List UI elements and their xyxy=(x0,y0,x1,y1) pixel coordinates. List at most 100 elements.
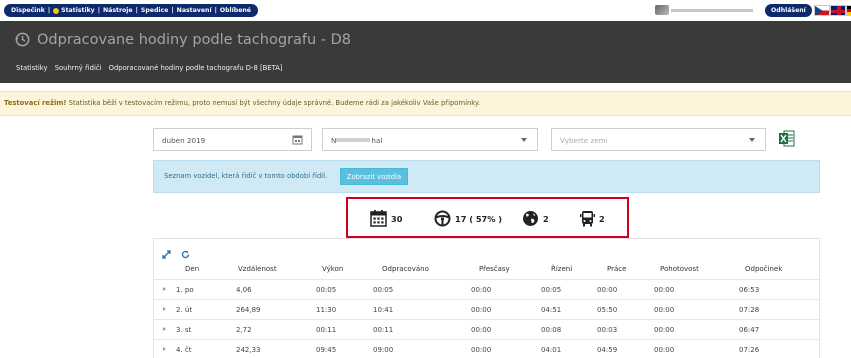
cell-work: 05:50 xyxy=(597,306,618,314)
column-header-prace[interactable]: Práce xyxy=(607,265,626,273)
cell-work: 00:03 xyxy=(597,326,618,334)
cell-distance: 264,89 xyxy=(236,306,261,314)
page-header: Odpracovane hodiny podle tachografu - D8… xyxy=(0,21,851,83)
chevron-down-icon xyxy=(521,138,527,142)
stat-vehicles-value: 2 xyxy=(599,213,605,224)
cell-rest: 07:28 xyxy=(739,306,760,314)
menu-separator: | xyxy=(135,7,138,14)
stat-driving-value: 17 ( 57% ) xyxy=(455,213,503,224)
column-header-odpracovano[interactable]: Odpracováno xyxy=(382,265,429,273)
cell-driving: 00:08 xyxy=(541,326,562,334)
cell-standby: 00:00 xyxy=(654,346,675,354)
cell-overtime: 00:00 xyxy=(471,286,492,294)
bus-icon xyxy=(580,211,595,227)
cell-work: 04:59 xyxy=(597,346,618,354)
menu-item-spedice[interactable]: Spedice xyxy=(141,7,169,14)
cell-distance: 4,06 xyxy=(236,286,252,294)
stat-days-value: 30 xyxy=(391,213,403,224)
czech-flag-icon[interactable] xyxy=(814,5,830,16)
history-clock-icon xyxy=(15,32,30,47)
stat-driving: 17 ( 57% ) xyxy=(434,210,502,227)
driver-name-redacted xyxy=(336,138,371,142)
cell-performance: 00:05 xyxy=(316,286,337,294)
country-select[interactable]: Vyberte zemi xyxy=(551,128,766,151)
column-header-pohotovost[interactable]: Pohotovost xyxy=(660,265,699,273)
menu-separator: | xyxy=(214,7,217,14)
breadcrumb-statistiky[interactable]: Statistiky xyxy=(16,64,48,72)
refresh-icon[interactable] xyxy=(181,244,190,263)
test-mode-warning: Testovací režim! Statistika běží v testo… xyxy=(0,91,851,116)
stat-countries-value: 2 xyxy=(543,213,549,224)
top-navigation-bar: Dispečink | Statistiky | Nástroje | Sped… xyxy=(0,0,851,20)
company-logo xyxy=(655,5,755,15)
table-row[interactable]: 4. čt 242,33 09:45 09:00 00:00 04:01 04:… xyxy=(154,339,819,358)
daily-hours-table: Den Vzdálenost Výkon Odpracováno Přesčas… xyxy=(153,238,820,358)
column-header-prescasy[interactable]: Přesčasy xyxy=(479,265,510,273)
menu-item-oblibene[interactable]: Oblíbené xyxy=(220,7,251,14)
cell-rest: 06:47 xyxy=(739,326,760,334)
vehicles-info-alert: Seznam vozidel, která řidič v tomto obdo… xyxy=(153,160,820,193)
cell-driving: 04:51 xyxy=(541,306,562,314)
stat-countries: 2 xyxy=(522,210,549,227)
cell-driving: 00:05 xyxy=(541,286,562,294)
cell-work: 00:00 xyxy=(597,286,618,294)
column-header-vzdalenost[interactable]: Vzdálenost xyxy=(238,265,277,273)
cell-standby: 00:00 xyxy=(654,286,675,294)
expand-icon[interactable] xyxy=(162,244,171,263)
cell-day: 1. po xyxy=(176,286,194,294)
calendar-icon[interactable] xyxy=(292,134,303,145)
cell-standby: 00:00 xyxy=(654,306,675,314)
warning-text: Statistika běží v testovacím režimu, pro… xyxy=(66,99,481,107)
logout-button[interactable]: Odhlášení xyxy=(765,4,812,17)
month-picker[interactable]: duben 2019 xyxy=(153,128,312,151)
breadcrumb-souhrny-ridici[interactable]: Souhrný řidiči xyxy=(55,64,102,72)
cell-performance: 11:30 xyxy=(316,306,337,314)
cell-performance: 09:45 xyxy=(316,346,337,354)
show-vehicles-button[interactable]: Zobrazit vozidla xyxy=(340,168,408,185)
german-flag-icon[interactable] xyxy=(846,5,851,16)
table-row[interactable]: 1. po 4,06 00:05 00:05 00:00 00:05 00:00… xyxy=(154,279,819,299)
column-header-vykon[interactable]: Výkon xyxy=(322,265,343,273)
page: Dispečink | Statistiky | Nástroje | Sped… xyxy=(0,0,851,358)
column-header-den[interactable]: Den xyxy=(185,265,199,273)
expand-row-arrow-icon[interactable] xyxy=(163,307,166,311)
menu-item-statistiky[interactable]: Statistiky xyxy=(61,7,95,14)
page-title-text: Odpracovane hodiny podle tachografu - D8 xyxy=(37,31,352,48)
info-text: Seznam vozidel, která řidič v tomto obdo… xyxy=(164,172,328,180)
country-placeholder: Vyberte zemi xyxy=(560,136,608,145)
menu-separator: | xyxy=(47,7,51,14)
expand-row-arrow-icon[interactable] xyxy=(163,287,166,291)
summary-stats-box: 30 17 ( 57% ) 2 2 xyxy=(346,197,629,238)
driver-select[interactable]: Nhal xyxy=(322,128,538,151)
expand-row-arrow-icon[interactable] xyxy=(163,347,166,351)
table-row[interactable]: 3. st 2,72 00:11 00:11 00:00 00:08 00:03… xyxy=(154,319,819,339)
uk-flag-icon[interactable] xyxy=(830,5,846,16)
globe-icon xyxy=(523,211,538,226)
column-header-rizeni[interactable]: Řízení xyxy=(551,265,572,273)
cell-worked: 09:00 xyxy=(373,346,394,354)
cell-standby: 00:00 xyxy=(654,326,675,334)
warning-title: Testovací režim! xyxy=(4,99,67,107)
menu-separator: | xyxy=(171,7,174,14)
stat-vehicles: 2 xyxy=(580,210,605,227)
column-header-odpocinek[interactable]: Odpočinek xyxy=(745,265,782,273)
statistics-dot-icon xyxy=(53,7,60,14)
cell-overtime: 00:00 xyxy=(471,346,492,354)
table-row[interactable]: 2. út 264,89 11:30 10:41 00:00 04:51 05:… xyxy=(154,299,819,319)
cell-overtime: 00:00 xyxy=(471,326,492,334)
cell-worked: 10:41 xyxy=(373,306,394,314)
cell-overtime: 00:00 xyxy=(471,306,492,314)
menu-item-nastaveni[interactable]: Nastavení xyxy=(177,7,212,14)
calendar-icon xyxy=(370,210,387,227)
menu-item-dispecink[interactable]: Dispečink xyxy=(11,7,45,14)
menu-item-nastroje[interactable]: Nástroje xyxy=(103,7,133,14)
cell-day: 2. út xyxy=(176,306,193,314)
cell-rest: 07:26 xyxy=(739,346,760,354)
stat-days: 30 xyxy=(370,210,402,227)
cell-worked: 00:05 xyxy=(373,286,394,294)
breadcrumb-current: Odporacované hodiny podle tachografu D-8… xyxy=(108,64,283,72)
month-value: duben 2019 xyxy=(162,136,206,145)
excel-export-icon[interactable] xyxy=(779,129,795,148)
expand-row-arrow-icon[interactable] xyxy=(163,327,166,331)
cell-distance: 2,72 xyxy=(236,326,252,334)
